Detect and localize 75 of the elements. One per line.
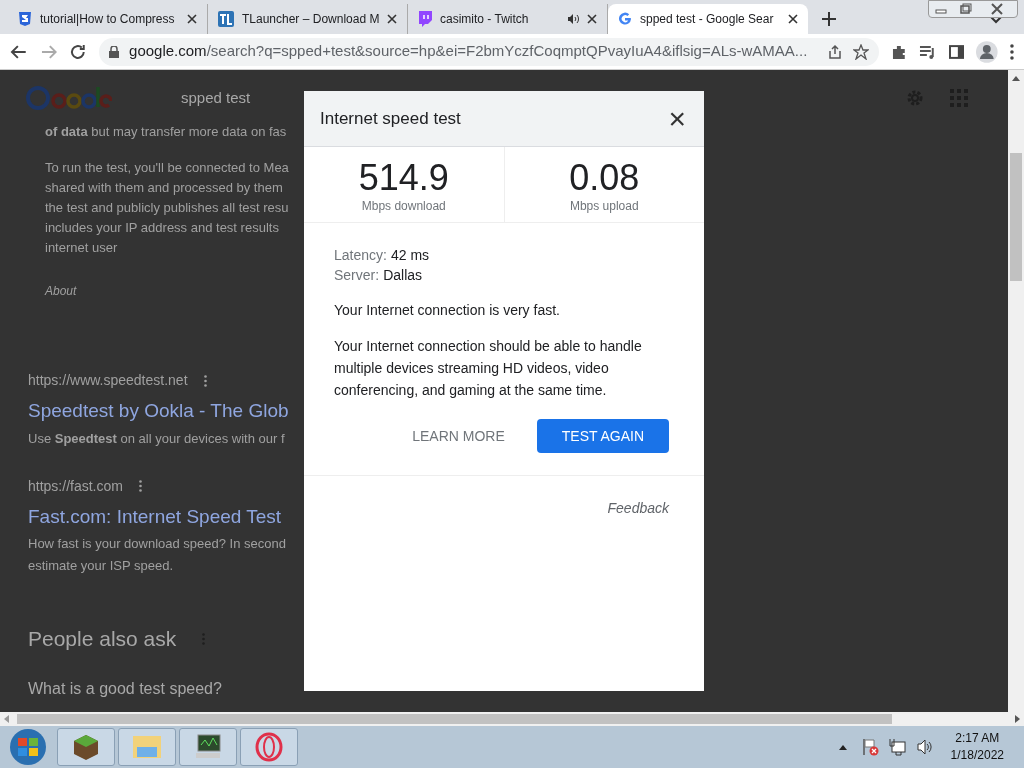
taskbar-app-button[interactable] [57, 728, 115, 766]
scroll-thumb[interactable] [1010, 153, 1022, 281]
more-options-icon[interactable] [138, 480, 142, 492]
detail-value: 42 ms [390, 246, 430, 265]
test-again-button[interactable]: TEST AGAIN [536, 419, 669, 453]
learn-more-button[interactable]: LEARN MORE [404, 419, 513, 453]
tab-title: casimito - Twitch [440, 11, 530, 28]
result-snippet: How fast is your download speed? In second estimate your ISP speed. [28, 535, 287, 575]
result-title-link[interactable]: Speedtest by Ookla - The Glob [28, 397, 300, 426]
detail-label: Server: [334, 266, 380, 285]
browser-tab[interactable]: spped test - Google Sear [608, 4, 808, 34]
playlist-icon[interactable] [919, 43, 937, 60]
summary-text: Your Internet connection is very fast. [334, 301, 561, 320]
result-url: https://www.speedtest.net [28, 371, 188, 390]
dialog-title: Internet speed test [320, 107, 462, 130]
result-title-link[interactable]: Fast.com: Internet Speed Test [28, 502, 300, 531]
google-logo-icon [26, 84, 112, 112]
ring-icon [254, 732, 284, 762]
section-heading: People also ask [28, 626, 177, 652]
close-icon[interactable] [788, 14, 798, 24]
search-query: spped test [181, 87, 251, 108]
taskbar-app-button[interactable] [240, 728, 298, 766]
shield-icon [18, 11, 32, 27]
tab-title: TLauncher – Download M [242, 11, 380, 28]
snippet-text: of data but may transfer more data on fas [44, 123, 288, 141]
tab-title: tutorial|How to Compress [40, 11, 176, 28]
detail-value: Dallas [383, 266, 423, 285]
snippet-text: To run the test, you'll be connected to Mea shared with them and processed by them the test and publicly publishes all test resu includes your IP address and test results internet user [44, 159, 290, 257]
share-icon[interactable] [827, 43, 844, 60]
network-icon[interactable] [888, 738, 907, 756]
show-hidden-icons-icon[interactable] [838, 744, 847, 750]
profile-icon[interactable] [976, 40, 999, 63]
flag-error-icon[interactable] [861, 738, 880, 756]
speed-label: Mbps download [361, 198, 446, 215]
speaker-icon[interactable] [567, 13, 579, 25]
lock-icon [109, 45, 120, 58]
address-bar[interactable]: google.com/search?q=spped+test&source=hp&ei=F2bmYczfCoqmptQPvayIuA4&iflsig=ALs-wAMAA... [99, 37, 880, 66]
twitch-icon [418, 11, 432, 27]
question-item[interactable]: What is a good test speed? [0, 676, 300, 701]
speed-label: Mbps upload [569, 198, 639, 215]
new-tab-icon[interactable] [822, 12, 836, 26]
scroll-thumb[interactable] [17, 714, 892, 724]
more-options-icon[interactable] [203, 374, 207, 387]
scroll-right-icon[interactable] [1015, 715, 1020, 723]
side-panel-icon[interactable] [948, 43, 965, 60]
clock-date: 1/18/2022 [950, 747, 1004, 764]
horizontal-scrollbar[interactable] [0, 712, 1024, 726]
feedback-link[interactable]: Feedback [607, 498, 669, 519]
close-button[interactable]: × [666, 103, 688, 134]
speed-value: 0.08 [569, 159, 640, 197]
about-link[interactable]: About [0, 282, 300, 300]
taskbar-app-button[interactable] [179, 728, 237, 766]
grass-block-icon [71, 732, 101, 762]
close-icon[interactable] [387, 14, 398, 24]
clock-time: 2:17 AM [955, 730, 1000, 747]
speed-value: 514.9 [358, 159, 449, 197]
description-text: Your Internet connection should be able to handle multiple devices streaming HD videos, video conferencing, and gaming at the same time. [334, 337, 643, 400]
clock[interactable]: 2:17 AM 1/18/2022 [950, 730, 1004, 764]
reload-icon[interactable] [69, 42, 88, 61]
menu-icon[interactable] [1010, 43, 1014, 60]
close-icon[interactable] [587, 14, 597, 24]
url-text: google.com/search?q=spped+test&source=hp&ei=F2bmYczfCoqmptQPvayIuA4&iflsig=ALs-wAMAA... [129, 41, 808, 62]
detail-label: Latency: [334, 246, 387, 265]
result-url: https://fast.com [28, 476, 123, 496]
result-snippet: Use Speedtest on all your devices with our f [28, 429, 286, 448]
star-icon[interactable] [853, 43, 870, 60]
speaker-icon[interactable] [915, 738, 934, 756]
tab-title: spped test - Google Sear [640, 11, 775, 28]
google-g-icon [618, 12, 632, 26]
vertical-scrollbar[interactable] [1008, 70, 1024, 712]
puzzle-icon[interactable] [891, 43, 908, 60]
tl-logo-icon [218, 11, 234, 27]
scroll-up-icon[interactable] [1012, 76, 1020, 81]
folder-icon [131, 733, 163, 761]
close-icon[interactable] [187, 14, 197, 24]
